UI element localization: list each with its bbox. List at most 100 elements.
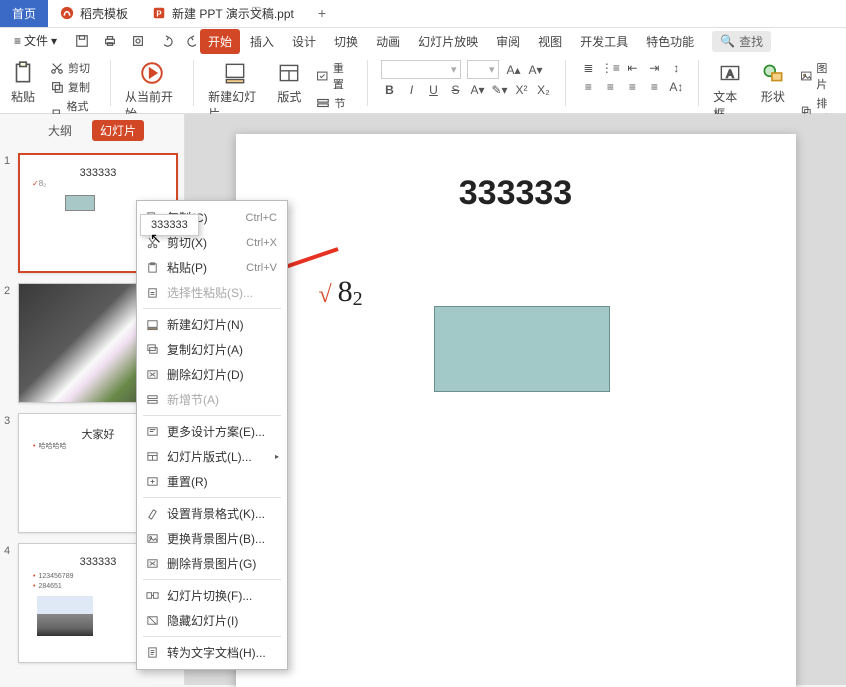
undo-icon[interactable]	[157, 32, 175, 50]
layout-button[interactable]: 版式	[276, 60, 302, 105]
ribbon: 粘贴 剪切 复制 格式刷 从当前开始 新建幻灯片 版式 重置 节 ▾ ▾ A▴ …	[0, 54, 846, 114]
picture-label: 图片	[816, 60, 836, 92]
align-justify-button[interactable]: ≡	[646, 79, 662, 95]
ctx-shortcut: Ctrl+V	[246, 262, 277, 274]
thumb-bullets: •哈哈哈哈	[33, 442, 66, 452]
ribbon-tab-animation[interactable]: 动画	[368, 29, 408, 54]
slide-blue-rectangle[interactable]	[434, 306, 610, 392]
del-slide-icon	[145, 368, 159, 382]
ribbon-tab-design[interactable]: 设计	[284, 29, 324, 54]
print-preview-icon[interactable]	[129, 32, 147, 50]
ctx-dup-slide[interactable]: 复制幻灯片(A)	[137, 337, 287, 362]
context-menu: 复制(C)Ctrl+C 剪切(X)Ctrl+X 粘贴(P)Ctrl+V 选择性粘…	[136, 200, 288, 670]
reset-slide-button[interactable]: 重置	[316, 60, 352, 92]
section-button[interactable]: 节	[316, 95, 352, 111]
ribbon-tab-review[interactable]: 审阅	[488, 29, 528, 54]
new-tab-button[interactable]: +	[306, 0, 334, 27]
ribbon-tab-slideshow[interactable]: 幻灯片放映	[410, 29, 486, 54]
ctx-change-bg[interactable]: 更换背景图片(B)...	[137, 526, 287, 551]
ctx-slide-layout[interactable]: 幻灯片版式(L)... ▸	[137, 444, 287, 469]
font-size-combo[interactable]: ▾	[467, 60, 499, 79]
strike-button[interactable]: S	[447, 82, 463, 98]
ctx-more-design[interactable]: 更多设计方案(E)...	[137, 419, 287, 444]
paste-button[interactable]: 粘贴	[10, 60, 36, 105]
ctx-paste[interactable]: 粘贴(P)Ctrl+V	[137, 255, 287, 280]
slide-canvas[interactable]: 333333 √ 82	[236, 134, 796, 687]
panel-tab-slides[interactable]: 幻灯片	[92, 120, 144, 141]
ribbon-tab-extra[interactable]: 特色功能	[638, 29, 702, 54]
cut-button[interactable]: 剪切	[50, 60, 96, 76]
bullets-button[interactable]: ≣	[580, 60, 596, 76]
save-icon[interactable]	[73, 32, 91, 50]
chevron-right-icon: ▸	[275, 452, 279, 461]
search-icon: 🔍	[720, 34, 735, 48]
tooltip: 333333	[140, 214, 199, 236]
text-direction-button[interactable]: A↕	[668, 79, 684, 95]
bold-button[interactable]: B	[381, 82, 397, 98]
decrease-font-icon[interactable]: A▾	[527, 62, 543, 78]
increase-font-icon[interactable]: A▴	[505, 62, 521, 78]
picture-icon	[145, 532, 159, 546]
section-label: 节	[334, 95, 345, 111]
ctx-reset[interactable]: 重置(R)	[137, 469, 287, 494]
highlight-button[interactable]: ✎▾	[491, 82, 507, 98]
cut-label: 剪切	[68, 60, 90, 76]
ctx-label: 转为文字文档(H)...	[167, 644, 266, 661]
ribbon-tab-dev[interactable]: 开发工具	[572, 29, 636, 54]
from-current-slide-button[interactable]: 从当前开始	[125, 60, 179, 122]
window-restore-icon[interactable]: ▢	[251, 4, 261, 17]
italic-button[interactable]: I	[403, 82, 419, 98]
ctx-label: 幻灯片版式(L)...	[167, 448, 252, 465]
subscript-button[interactable]: X₂	[535, 82, 551, 98]
new-slide-button[interactable]: 新建幻灯片	[208, 60, 262, 122]
dup-slide-icon	[145, 343, 159, 357]
font-family-combo[interactable]: ▾	[381, 60, 461, 79]
ribbon-tab-transition[interactable]: 切换	[326, 29, 366, 54]
paragraph-group: ≣ ⋮≡ ⇤ ⇥ ↕ ≡ ≡ ≡ ≡ A↕	[580, 60, 684, 95]
del-picture-icon	[145, 557, 159, 571]
ribbon-tab-insert[interactable]: 插入	[242, 29, 282, 54]
tab-file-label: 新建 PPT 演示文稿.ppt	[172, 5, 294, 22]
ctx-bg-format[interactable]: 设置背景格式(K)...	[137, 501, 287, 526]
print-icon[interactable]	[101, 32, 119, 50]
ctx-slide-transition[interactable]: 幻灯片切换(F)...	[137, 583, 287, 608]
align-center-button[interactable]: ≡	[602, 79, 618, 95]
chevron-down-icon: ▾	[451, 63, 457, 76]
svg-text:P: P	[156, 10, 161, 19]
indent-dec-button[interactable]: ⇤	[624, 60, 640, 76]
line-spacing-button[interactable]: ↕	[668, 60, 684, 76]
ctx-hide-slide[interactable]: 隐藏幻灯片(I)	[137, 608, 287, 633]
tab-file[interactable]: P 新建 PPT 演示文稿.ppt ▢ ×	[140, 0, 306, 27]
panel-tab-outline[interactable]: 大纲	[40, 120, 80, 141]
textbox-button[interactable]: A 文本框	[713, 60, 746, 122]
ctx-label: 删除背景图片(G)	[167, 555, 256, 572]
ctx-label: 选择性粘贴(S)...	[167, 284, 253, 301]
picture-button[interactable]: 图片	[800, 60, 836, 92]
tab-home[interactable]: 首页	[0, 0, 48, 27]
ctx-to-word[interactable]: 转为文字文档(H)...	[137, 640, 287, 665]
indent-inc-button[interactable]: ⇥	[646, 60, 662, 76]
section-icon	[145, 393, 159, 407]
app-menu-button[interactable]: ≡ 文件 ▾	[8, 30, 63, 51]
ribbon-tab-view[interactable]: 视图	[530, 29, 570, 54]
numbering-button[interactable]: ⋮≡	[602, 60, 618, 76]
copy-button[interactable]: 复制	[50, 79, 96, 95]
document-tab-bar: 首页 稻壳模板 P 新建 PPT 演示文稿.ppt ▢ × +	[0, 0, 846, 28]
align-right-button[interactable]: ≡	[624, 79, 640, 95]
ctx-del-slide[interactable]: 删除幻灯片(D)	[137, 362, 287, 387]
tab-close-icon[interactable]: ×	[267, 5, 273, 17]
underline-button[interactable]: U	[425, 82, 441, 98]
ctx-del-bg[interactable]: 删除背景图片(G)	[137, 551, 287, 576]
search-box[interactable]: 🔍 查找	[712, 31, 771, 52]
ctx-paste-special: 选择性粘贴(S)...	[137, 280, 287, 305]
font-color-button[interactable]: A▾	[469, 82, 485, 98]
ribbon-tab-start[interactable]: 开始	[200, 29, 240, 54]
shapes-button[interactable]: 形状	[760, 60, 786, 105]
ctx-new-slide[interactable]: 新建幻灯片(N)	[137, 312, 287, 337]
superscript-button[interactable]: X²	[513, 82, 529, 98]
thumb-number: 4	[4, 543, 14, 663]
align-left-button[interactable]: ≡	[580, 79, 596, 95]
tab-template[interactable]: 稻壳模板	[48, 0, 140, 27]
ctx-new-section: 新增节(A)	[137, 387, 287, 412]
thumb-title: 333333	[20, 155, 176, 179]
